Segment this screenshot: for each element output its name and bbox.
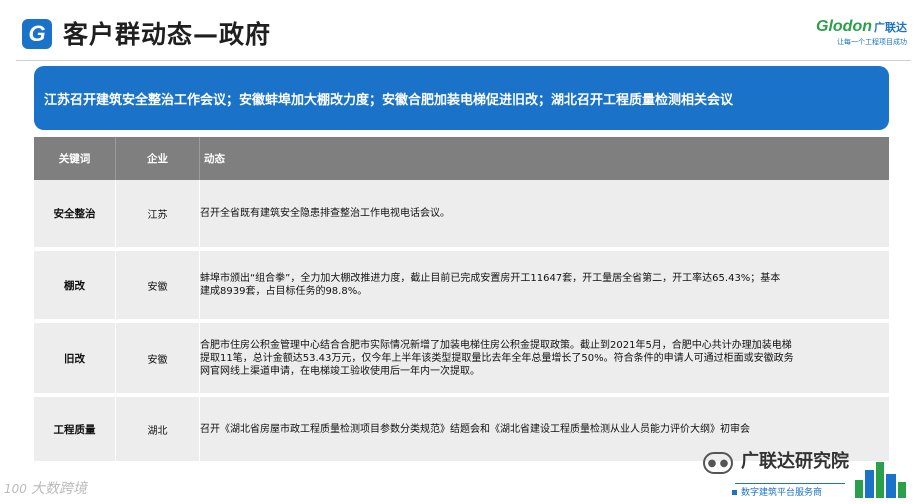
page-title: 客户群动态—政府	[63, 20, 272, 49]
row-update: 蚌埠市颁出“组合拳”，全力加大棚改推进力度，截止目前已完成安置房开工11647套…	[200, 251, 889, 319]
summary-text: 江苏召开建筑安全整治工作会议；安徽蚌埠加大棚改力度；安徽合肥加装电梯促进旧改；湖…	[44, 92, 734, 108]
summary-banner: 江苏召开建筑安全整治工作会议；安徽蚌埠加大棚改力度；安徽合肥加装电梯促进旧改；湖…	[34, 66, 889, 130]
footer-tagline: 数字建筑平台服务商	[732, 485, 822, 498]
row-update-line: 提取11笔，总计金额达53.43万元，仅今年上半年该类型提取量比去年全年总量增长…	[200, 352, 794, 364]
table-row: 安全整治 江苏 召开全省既有建筑安全隐患排查整治工作电视电话会议。	[34, 180, 889, 251]
header-company: 企业	[116, 137, 200, 180]
row-keyword: 棚改	[34, 251, 116, 319]
brand-name-en: Glodon	[816, 18, 872, 35]
header-keyword: 关键词	[34, 137, 116, 180]
watermark-left: 100 大数跨境	[4, 478, 87, 498]
footer-dot-icon	[732, 490, 737, 495]
row-update-line: 蚌埠市颁出“组合拳”，全力加大棚改推进力度，截止目前已完成安置房开工11647套…	[200, 273, 781, 284]
footer-divider	[735, 483, 845, 484]
row-keyword: 旧改	[34, 323, 116, 393]
news-table: 关键词 企业 动态 安全整治 江苏 召开全省既有建筑安全隐患排查整治工作电视电话…	[34, 137, 889, 465]
wechat-icon: ● ●	[703, 452, 733, 474]
watermark-number: 100	[4, 482, 27, 496]
row-update-line: 建成8939套，占目标任务的98.8%。	[200, 286, 368, 297]
watermark-text: 大数跨境	[30, 481, 87, 497]
header-update: 动态	[204, 153, 225, 165]
row-region: 江苏	[116, 180, 200, 247]
app-logo-letter: G	[28, 21, 46, 46]
row-region: 湖北	[116, 397, 200, 461]
city-skyline-icon	[855, 462, 906, 498]
brand-name-cn: 广联达	[874, 21, 907, 34]
row-update-line: 网官网线上渠道申请，在电梯竣工验收使用后一年内一次提取。	[200, 365, 480, 377]
row-update: 合肥市住房公积金管理中心结合合肥市实际情况新增了加装电梯住房公积金提取政策。截止…	[200, 323, 889, 393]
table-row: 棚改 安徽 蚌埠市颁出“组合拳”，全力加大棚改推进力度，截止目前已完成安置房开工…	[34, 251, 889, 323]
header-divider	[16, 60, 911, 61]
table-header: 关键词 企业 动态	[34, 137, 889, 180]
row-update: 召开全省既有建筑安全隐患排查整治工作电视电话会议。	[200, 180, 889, 247]
row-update-line: 合肥市住房公积金管理中心结合合肥市实际情况新增了加装电梯住房公积金提取政策。截止…	[200, 339, 792, 351]
table-row: 旧改 安徽 合肥市住房公积金管理中心结合合肥市实际情况新增了加装电梯住房公积金提…	[34, 323, 889, 397]
app-logo: G	[22, 19, 52, 49]
footer-tagline-text: 数字建筑平台服务商	[741, 488, 823, 498]
wechat-account-name: 广联达研究院	[741, 451, 849, 472]
row-update-line: 召开全省既有建筑安全隐患排查整治工作电视电话会议。	[200, 208, 450, 219]
brand-logo: Glodon 广联达 让每一个工程项目成功	[787, 18, 907, 47]
row-keyword: 安全整治	[34, 180, 116, 247]
row-keyword: 工程质量	[34, 397, 116, 461]
brand-slogan: 让每一个工程项目成功	[837, 38, 907, 46]
row-update-line: 召开《湖北省房屋市政工程质量检测项目参数分类规范》结题会和《湖北省建设工程质量检…	[200, 423, 750, 435]
brand-name: Glodon 广联达	[787, 18, 907, 36]
row-region: 安徽	[116, 323, 200, 393]
row-region: 安徽	[116, 251, 200, 319]
